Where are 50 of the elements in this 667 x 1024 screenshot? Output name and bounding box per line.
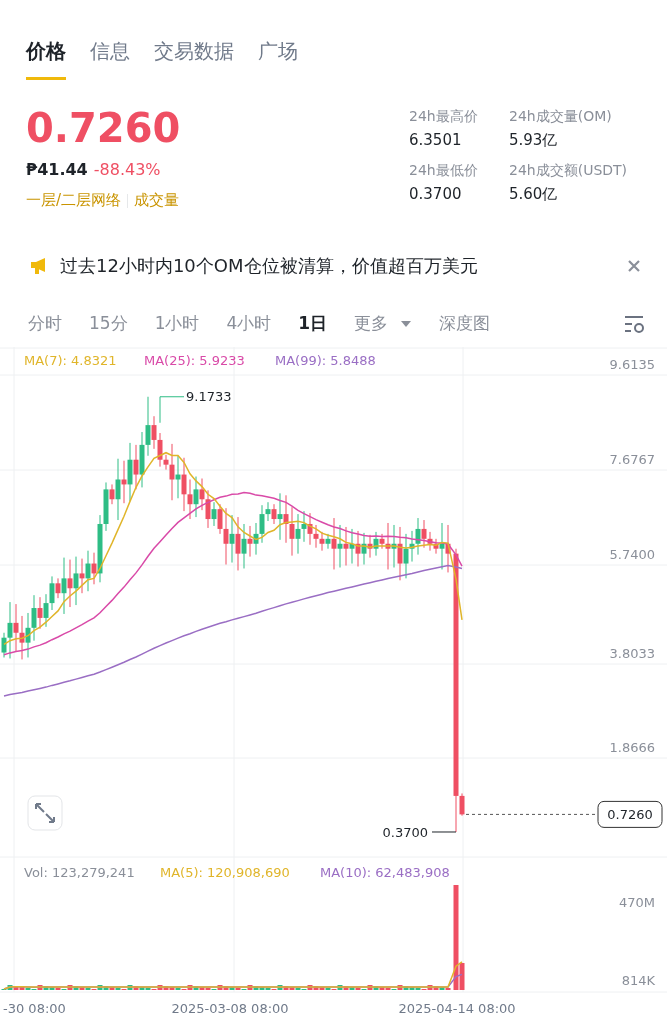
category-tag[interactable]: 一层/二层网络 xyxy=(26,191,122,210)
nav-tab[interactable]: 广场 xyxy=(258,38,298,80)
volume-legend: MA(10): 62,483,908 xyxy=(320,865,450,880)
category-tag[interactable]: 成交量 xyxy=(134,191,180,210)
interval-tab[interactable]: 分时 xyxy=(28,312,62,335)
axis-label: -30 08:00 xyxy=(3,1001,66,1016)
notice-text: 过去12小时内10个OM仓位被清算，价值超百万美元 xyxy=(60,254,479,278)
current-price-label: 0.7260 xyxy=(597,800,663,828)
nav-tab[interactable]: 信息 xyxy=(90,38,130,80)
axis-label: 2025-04-14 08:00 xyxy=(398,1001,516,1016)
ma-legend: MA(25): 5.9233 xyxy=(144,353,245,368)
interval-tab[interactable]: 15分 xyxy=(89,312,128,335)
chart-settings-icon[interactable] xyxy=(623,313,645,334)
leader-line xyxy=(159,396,185,424)
interval-tab[interactable]: 深度图 xyxy=(439,312,491,335)
close-icon[interactable] xyxy=(627,259,641,273)
axis-label: 7.6767 xyxy=(609,452,655,467)
caret-icon xyxy=(400,319,413,328)
axis-label: 470M xyxy=(618,895,655,910)
volume-legend: Vol: 123,279,241 xyxy=(24,865,135,880)
stat-value: 5.60亿 xyxy=(509,185,559,204)
ma-legend: MA(7): 4.8321 xyxy=(24,353,117,368)
axis-label: 814K xyxy=(621,973,655,988)
volume-legend: MA(5): 120,908,690 xyxy=(160,865,290,880)
axis-label: 2025-03-08 08:00 xyxy=(171,1001,289,1016)
leader-line xyxy=(431,831,457,833)
stat-value: 0.3700 xyxy=(409,185,463,203)
last-price: 0.7260 xyxy=(26,104,181,152)
interval-dropdown[interactable]: 更多 xyxy=(354,312,413,335)
nav-tab[interactable]: 交易数据 xyxy=(154,38,234,80)
axis-label: 1.8666 xyxy=(609,740,655,755)
nav-tab[interactable]: 价格 xyxy=(26,38,66,80)
interval-tab[interactable]: 4小时 xyxy=(226,312,272,335)
price-change: -88.43% xyxy=(93,160,161,179)
stat-label: 24h成交量(OM) xyxy=(509,108,613,126)
stat-label: 24h最低价 xyxy=(409,162,479,180)
axis-label: 5.7400 xyxy=(609,547,655,562)
axis-label: 3.8033 xyxy=(609,646,655,661)
stat-value: 5.93亿 xyxy=(509,131,559,150)
interval-tab[interactable]: 1小时 xyxy=(154,312,200,335)
expand-icon[interactable] xyxy=(27,795,63,831)
stat-value: 6.3501 xyxy=(409,131,463,149)
stat-label: 24h成交额(USDT) xyxy=(509,162,629,180)
high-price-label: 9.1733 xyxy=(186,388,232,404)
axis-label: 9.6135 xyxy=(609,357,655,372)
fiat-price: ₱41.44 xyxy=(26,160,88,179)
interval-tab[interactable]: 1日 xyxy=(298,312,328,335)
stat-label: 24h最高价 xyxy=(409,108,479,126)
low-price-label: 0.3700 xyxy=(382,825,428,840)
ma-legend: MA(99): 5.8488 xyxy=(275,353,376,368)
